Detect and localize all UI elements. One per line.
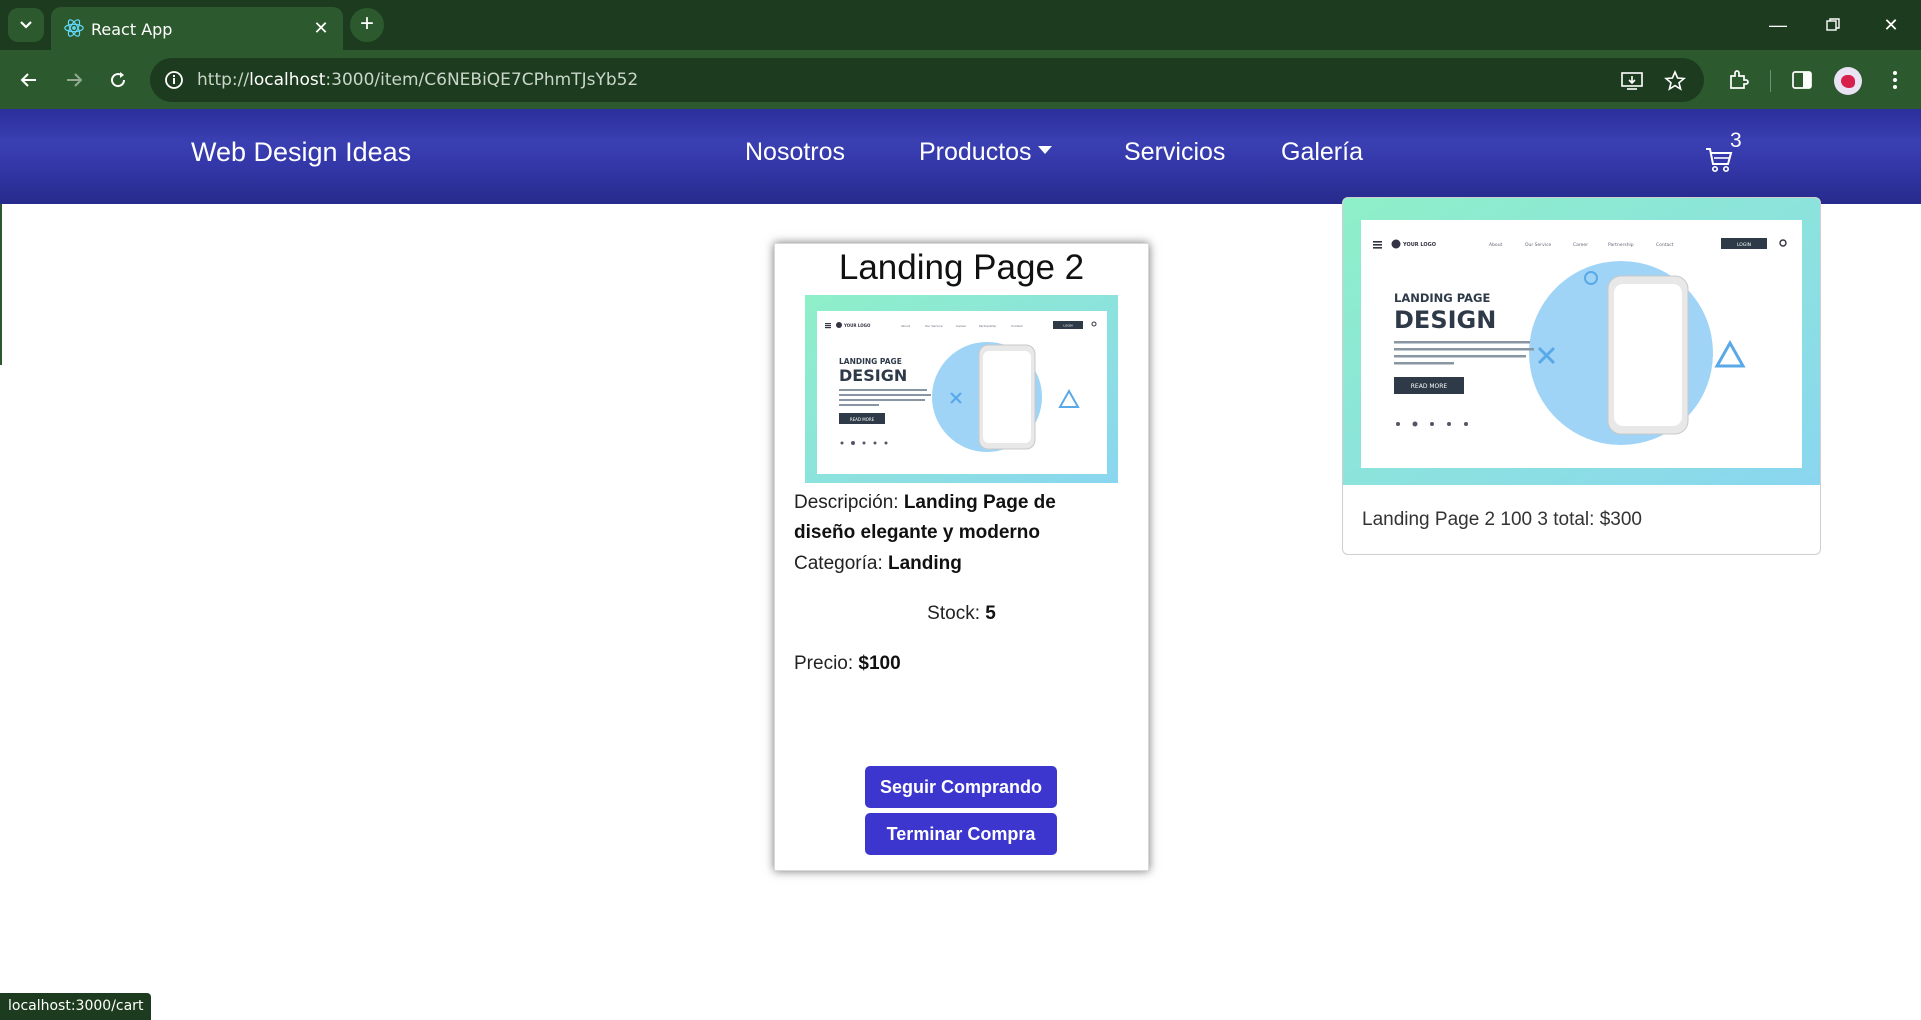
cart-image-nav-about: About — [1489, 242, 1503, 248]
nav-link-galeria[interactable]: Galería — [1281, 138, 1363, 167]
stock-value: 5 — [985, 603, 996, 624]
reload-icon — [111, 72, 126, 88]
category-label: Categoría: — [794, 553, 888, 574]
profile-avatar[interactable] — [1834, 67, 1862, 95]
reload-button[interactable] — [100, 62, 136, 98]
url-scheme: http:// — [197, 70, 250, 90]
product-category: Categoría: Landing — [794, 549, 962, 579]
image-nav-service: Our Service — [925, 324, 943, 328]
product-image: YOUR LOGO About Our Service Career Partn… — [805, 295, 1118, 483]
close-tab-icon[interactable]: ✕ — [311, 18, 331, 38]
continue-shopping-button[interactable]: Seguir Comprando — [865, 766, 1057, 808]
address-bar[interactable]: http://localhost:3000/item/C6NEBiQE7CPhm… — [150, 58, 1704, 102]
url-path: :3000/item/C6NEBiQE7CPhmTJsYb52 — [325, 70, 639, 90]
browser-toolbar: http://localhost:3000/item/C6NEBiQE7CPhm… — [0, 50, 1921, 109]
cart-image-read-more: READ MORE — [1411, 383, 1448, 390]
image-heading-small: LANDING PAGE — [839, 357, 902, 366]
image-logo-text: YOUR LOGO — [843, 323, 871, 328]
category-value: Landing — [888, 553, 962, 574]
image-read-more: READ MORE — [850, 417, 875, 422]
image-nav-contact: Contact — [1011, 324, 1023, 328]
more-menu-icon[interactable] — [1880, 65, 1910, 95]
chevron-down-icon — [20, 21, 32, 29]
cart-image-login-text: LOGIN — [1737, 242, 1751, 248]
image-nav-partnership: Partnership — [979, 324, 996, 328]
cart-image-logo-text: YOUR LOGO — [1402, 242, 1436, 248]
image-heading-big: DESIGN — [839, 366, 907, 385]
back-arrow-icon — [20, 73, 36, 87]
cart-image-nav-career: Career — [1573, 242, 1588, 248]
cart-item-image: YOUR LOGO About Our Service Career Partn… — [1343, 198, 1820, 485]
cart-image-nav-contact: Contact — [1656, 242, 1674, 248]
minimize-icon[interactable]: — — [1756, 10, 1800, 40]
page-content: Web Design Ideas Nosotros Productos Serv… — [0, 109, 1921, 1020]
product-stock: Stock: 5 — [775, 599, 1148, 629]
tab-react-app[interactable]: React App ✕ — [51, 7, 343, 50]
cart-image-nav-partnership: Partnership — [1608, 242, 1634, 248]
description-value-line2: diseño elegante y moderno — [794, 522, 1040, 543]
tab-strip: React App ✕ + — ✕ — [0, 0, 1921, 50]
stock-label: Stock: — [927, 603, 986, 624]
tab-title: React App — [91, 20, 173, 39]
cart-count-badge: 3 — [1730, 129, 1742, 152]
site-info-icon[interactable] — [162, 68, 186, 92]
react-logo-icon — [64, 19, 84, 37]
brand-link[interactable]: Web Design Ideas — [191, 137, 411, 168]
cart-image-nav-service: Our Service — [1525, 242, 1552, 248]
product-description: Descripción: Landing Page de diseño eleg… — [794, 488, 1056, 548]
new-tab-button[interactable]: + — [350, 8, 384, 42]
tab-search-button[interactable] — [8, 8, 44, 42]
product-price: Precio: $100 — [794, 649, 901, 679]
cart-image-heading-small: LANDING PAGE — [1394, 291, 1490, 305]
close-window-icon[interactable]: ✕ — [1869, 10, 1913, 40]
bookmark-star-icon[interactable] — [1662, 68, 1688, 94]
browser-window: React App ✕ + — ✕ http://localhost:3000/… — [0, 0, 1921, 1020]
product-detail-card: Landing Page 2 YOUR LOGO About Our Servi… — [774, 243, 1149, 871]
price-label: Precio: — [794, 653, 859, 674]
finish-purchase-button[interactable]: Terminar Compra — [865, 813, 1057, 855]
back-button[interactable] — [11, 62, 47, 98]
toolbar-divider — [1770, 70, 1771, 92]
side-panel-icon[interactable] — [1787, 65, 1817, 95]
description-label: Descripción: — [794, 492, 904, 513]
forward-arrow-icon — [67, 73, 83, 87]
product-title: Landing Page 2 — [838, 248, 1085, 287]
restore-icon[interactable] — [1811, 10, 1855, 40]
nav-link-productos-label: Productos — [919, 138, 1032, 166]
nav-link-productos[interactable]: Productos — [919, 138, 1052, 167]
install-app-icon[interactable] — [1619, 68, 1645, 94]
image-nav-career: Career — [956, 324, 967, 328]
cart-icon[interactable] — [1705, 147, 1733, 173]
price-value: $100 — [858, 653, 901, 674]
url-text[interactable]: http://localhost:3000/item/C6NEBiQE7CPhm… — [197, 70, 638, 90]
site-navbar: Web Design Ideas Nosotros Productos Serv… — [0, 109, 1921, 204]
forward-button[interactable] — [56, 62, 92, 98]
nav-link-servicios[interactable]: Servicios — [1124, 138, 1225, 167]
description-value-line1: Landing Page de — [903, 492, 1056, 513]
nav-link-nosotros[interactable]: Nosotros — [745, 138, 845, 167]
cart-item-card: YOUR LOGO About Our Service Career Partn… — [1342, 197, 1821, 555]
status-bar-url: localhost:3000/cart — [0, 993, 152, 1020]
cart-image-heading-big: DESIGN — [1394, 306, 1496, 334]
image-login-text: LOGIN — [1063, 324, 1072, 328]
image-nav-about: About — [901, 324, 911, 328]
caret-down-icon — [1037, 146, 1052, 155]
url-host: localhost — [249, 70, 326, 90]
cart-item-summary: Landing Page 2 100 3 total: $300 — [1362, 509, 1642, 530]
extensions-icon[interactable] — [1723, 65, 1753, 95]
